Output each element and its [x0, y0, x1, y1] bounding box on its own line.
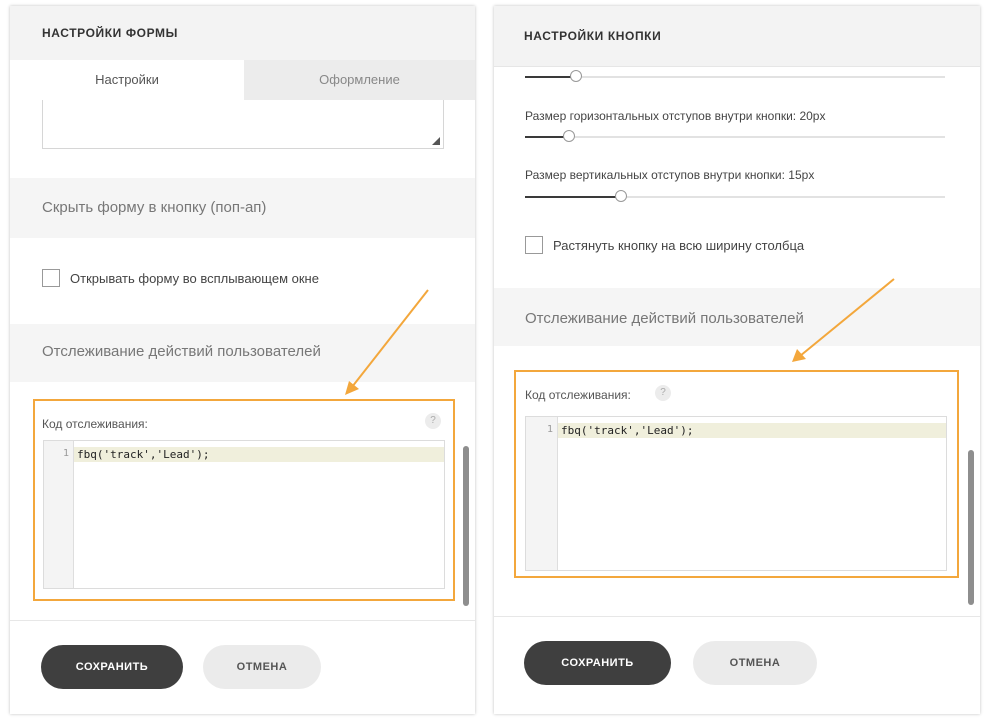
resize-grip-icon[interactable]	[432, 137, 440, 145]
help-icon[interactable]: ?	[425, 413, 441, 429]
text-area[interactable]	[42, 100, 444, 149]
code-line[interactable]: fbq('track','Lead');	[558, 423, 946, 438]
tab-appearance[interactable]: Оформление	[244, 60, 475, 100]
scrollbar-thumb[interactable]	[968, 450, 974, 605]
popup-checkbox-row[interactable]: Открывать форму во всплывающем окне	[42, 269, 319, 287]
help-icon[interactable]: ?	[655, 385, 671, 401]
button-settings-title: НАСТРОЙКИ КНОПКИ	[494, 6, 980, 67]
form-settings-title: НАСТРОЙКИ ФОРМЫ	[10, 6, 475, 61]
save-button[interactable]: СОХРАНИТЬ	[524, 641, 671, 685]
footer-divider	[494, 616, 980, 617]
save-button[interactable]: СОХРАНИТЬ	[41, 645, 183, 689]
slider-top-thumb[interactable]	[570, 70, 582, 82]
form-settings-tabs: Настройки Оформление	[10, 60, 475, 100]
footer-divider	[10, 620, 475, 621]
tracking-section-heading: Отслеживание действий пользователей	[10, 324, 475, 382]
line-number: 1	[62, 448, 69, 459]
vertical-padding-thumb[interactable]	[615, 190, 627, 202]
horizontal-padding-label: Размер горизонтальных отступов внутри кн…	[525, 109, 826, 123]
tracking-code-label: Код отслеживания:	[525, 388, 631, 402]
cancel-button[interactable]: ОТМЕНА	[693, 641, 817, 685]
vertical-padding-fill	[525, 196, 621, 198]
horizontal-padding-slider[interactable]	[525, 130, 945, 142]
slider-top[interactable]	[525, 70, 945, 82]
line-gutter	[44, 441, 74, 588]
line-gutter	[526, 417, 558, 570]
horizontal-padding-thumb[interactable]	[563, 130, 575, 142]
code-line[interactable]: fbq('track','Lead');	[74, 447, 444, 462]
cancel-button[interactable]: ОТМЕНА	[203, 645, 321, 689]
stretch-checkbox-row[interactable]: Растянуть кнопку на всю ширину столбца	[525, 236, 804, 254]
stretch-checkbox-label: Растянуть кнопку на всю ширину столбца	[553, 237, 805, 253]
tracking-code-editor[interactable]: 1 fbq('track','Lead');	[43, 440, 445, 589]
popup-checkbox-label: Открывать форму во всплывающем окне	[70, 270, 319, 286]
form-settings-panel: НАСТРОЙКИ ФОРМЫ Настройки Оформление Скр…	[10, 6, 475, 714]
tracking-section-heading: Отслеживание действий пользователей	[494, 288, 980, 346]
scrollbar-thumb[interactable]	[463, 446, 469, 606]
vertical-padding-label: Размер вертикальных отступов внутри кноп…	[525, 168, 815, 182]
stretch-checkbox[interactable]	[525, 236, 543, 254]
button-settings-panel: НАСТРОЙКИ КНОПКИ Размер горизонтальных о…	[494, 6, 980, 714]
tab-settings[interactable]: Настройки	[10, 60, 244, 100]
line-number: 1	[546, 424, 553, 435]
vertical-padding-slider[interactable]	[525, 190, 945, 202]
popup-checkbox[interactable]	[42, 269, 60, 287]
popup-section-heading: Скрыть форму в кнопку (поп-ап)	[10, 178, 475, 238]
slider-top-fill	[525, 76, 576, 78]
tracking-code-label: Код отслеживания:	[42, 417, 148, 431]
tracking-code-editor[interactable]: 1 fbq('track','Lead');	[525, 416, 947, 571]
